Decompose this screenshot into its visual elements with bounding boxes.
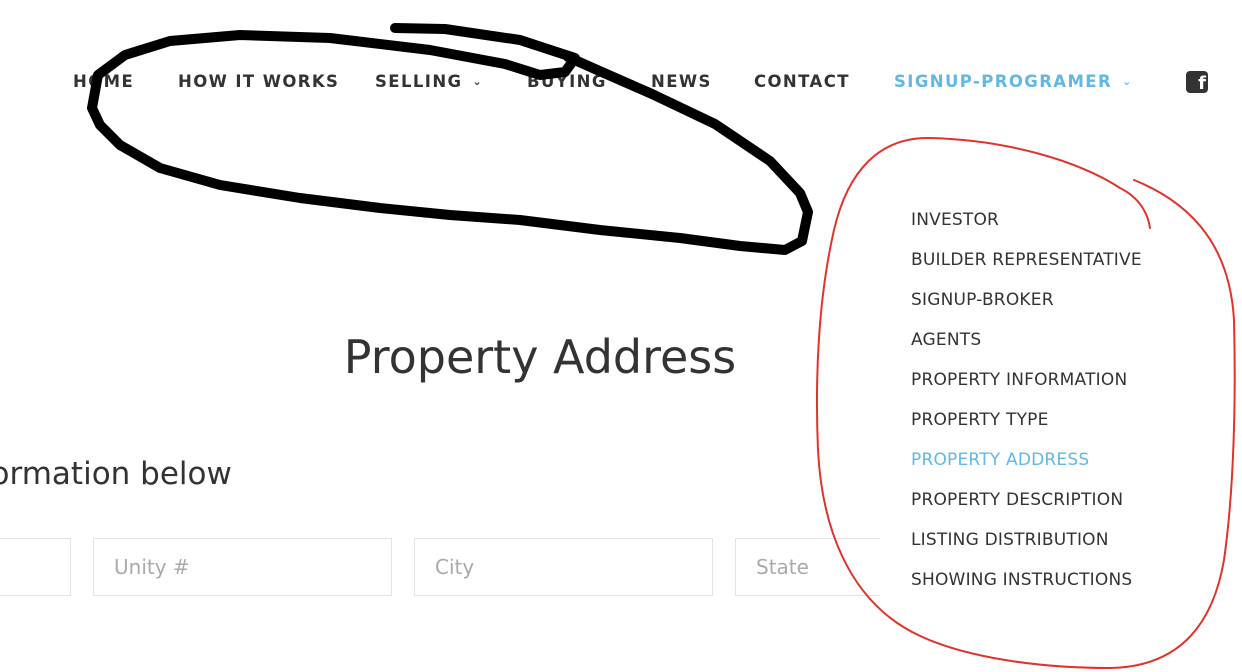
menu-item-investor[interactable]: INVESTOR [911,210,999,230]
chevron-down-icon: ⌄ [1122,75,1133,88]
menu-item-property-address[interactable]: PROPERTY ADDRESS [911,450,1089,470]
menu-item-property-description[interactable]: PROPERTY DESCRIPTION [911,490,1123,510]
nav-signup-programer-label: SIGNUP-PROGRAMER [894,72,1113,91]
menu-item-property-type[interactable]: PROPERTY TYPE [911,410,1049,430]
main-nav: HOME HOW IT WORKS SELLING ⌄ BUYING NEWS C… [0,60,1242,102]
menu-item-showing-instructions[interactable]: SHOWING INSTRUCTIONS [911,570,1132,590]
nav-selling[interactable]: SELLING ⌄ [375,72,483,91]
nav-contact[interactable]: CONTACT [754,72,850,91]
nav-home[interactable]: HOME [73,72,134,91]
unit-number-field[interactable] [93,538,392,596]
menu-item-listing-distribution[interactable]: LISTING DISTRIBUTION [911,530,1109,550]
facebook-icon[interactable]: f [1186,71,1208,93]
menu-item-signup-broker[interactable]: SIGNUP-BROKER [911,290,1054,310]
signup-dropdown-menu: INVESTOR BUILDER REPRESENTATIVE SIGNUP-B… [880,195,1220,605]
menu-item-agents[interactable]: AGENTS [911,330,981,350]
menu-item-builder-representative[interactable]: BUILDER REPRESENTATIVE [911,250,1142,270]
nav-signup-programer[interactable]: SIGNUP-PROGRAMER ⌄ [894,72,1133,91]
city-field[interactable] [414,538,713,596]
nav-how-it-works[interactable]: HOW IT WORKS [178,72,339,91]
chevron-down-icon: ⌄ [472,75,484,88]
menu-item-property-information[interactable]: PROPERTY INFORMATION [911,370,1127,390]
nav-selling-label: SELLING [375,72,463,91]
address-field[interactable] [0,538,71,596]
section-subtitle: nformation below [0,456,232,492]
nav-buying[interactable]: BUYING [527,72,607,91]
nav-news[interactable]: NEWS [651,72,712,91]
